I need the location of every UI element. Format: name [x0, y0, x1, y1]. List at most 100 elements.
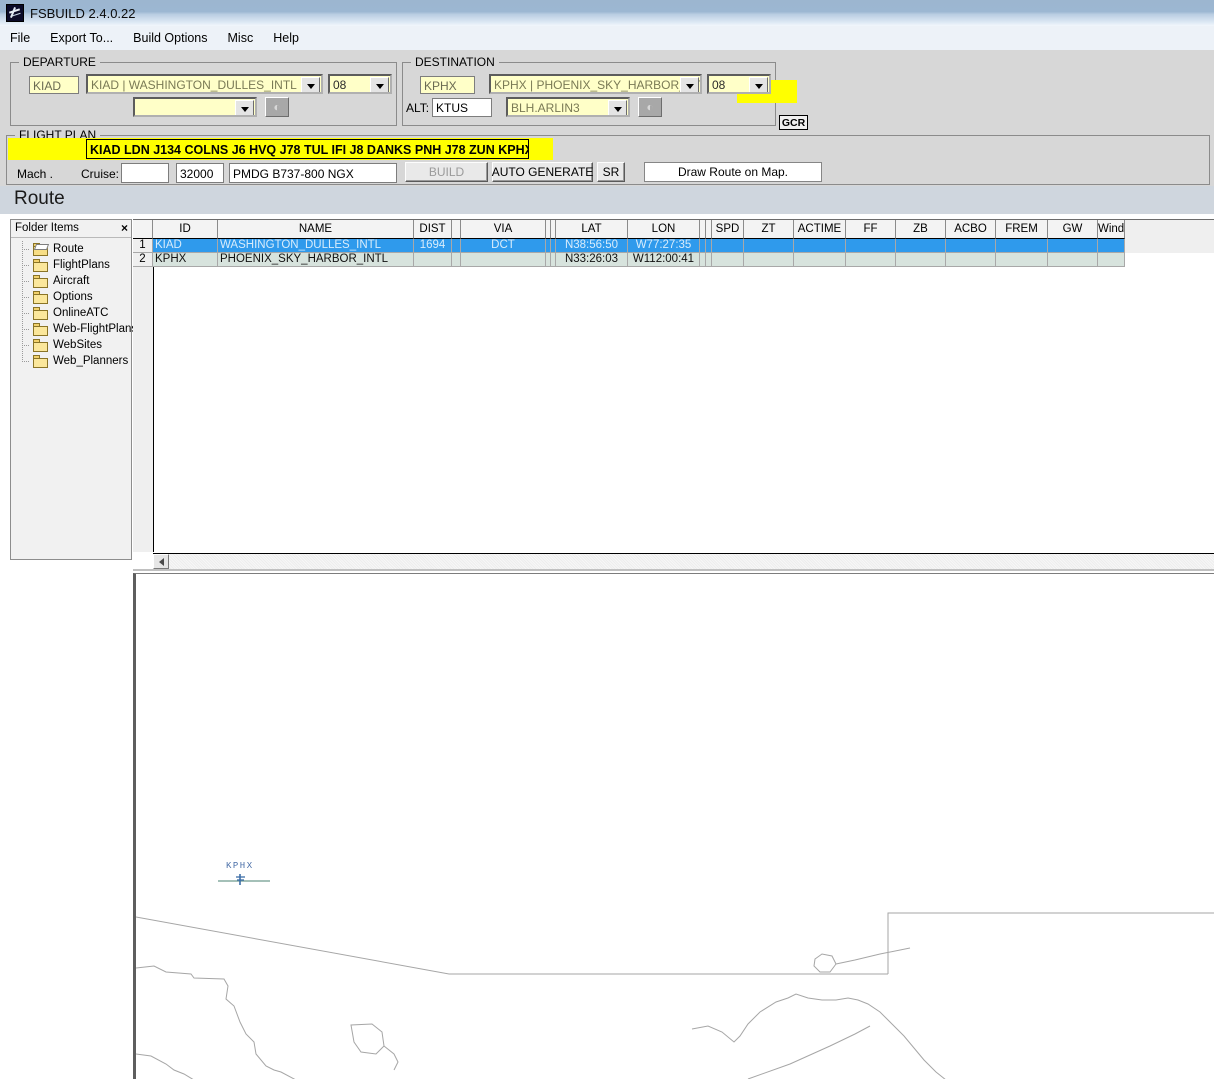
- cruise-altitude-input[interactable]: 32000: [176, 163, 224, 183]
- cell-acbo[interactable]: [946, 239, 996, 253]
- scroll-left-icon[interactable]: [153, 554, 169, 569]
- cell-lat[interactable]: N38:56:50: [556, 239, 628, 253]
- destination-airport-value: KPHX | PHOENIX_SKY_HARBOR_INTL: [494, 78, 702, 92]
- cell-zt[interactable]: [744, 253, 794, 267]
- cell-via[interactable]: [461, 253, 546, 267]
- table-row[interactable]: 2 KPHX PHOENIX_SKY_HARBOR_INTL N33:26:03 W11…: [133, 253, 1125, 267]
- table-header-lon[interactable]: LON: [628, 220, 700, 239]
- destination-icao-field[interactable]: KPHX: [420, 76, 475, 94]
- cell-spd[interactable]: [712, 253, 744, 267]
- cell-wind[interactable]: [1098, 239, 1125, 253]
- cell-lon[interactable]: W77:27:35: [628, 239, 700, 253]
- cell-id[interactable]: KPHX: [153, 253, 218, 267]
- sidebar-item-flightplans[interactable]: FlightPlans: [11, 257, 131, 273]
- menu-item-build-options[interactable]: Build Options: [123, 29, 217, 47]
- destination-alt-field[interactable]: KTUS: [432, 98, 492, 117]
- draw-route-on-map-field[interactable]: Draw Route on Map.: [644, 162, 822, 182]
- departure-runway-combo[interactable]: 08: [328, 74, 392, 94]
- departure-airport-combo[interactable]: KIAD | WASHINGTON_DULLES_INTL: [86, 74, 323, 94]
- horizontal-scrollbar[interactable]: [153, 553, 1214, 570]
- flightplan-route-value: KIAD LDN J134 COLNS J6 HVQ J78 TUL IFI J…: [90, 143, 529, 157]
- menu-item-file[interactable]: File: [0, 29, 40, 47]
- table-header-acbo[interactable]: ACBO: [946, 220, 996, 239]
- aircraft-field[interactable]: PMDG B737-800 NGX: [229, 163, 397, 183]
- cell-via[interactable]: DCT: [461, 239, 546, 253]
- cell-gw[interactable]: [1048, 239, 1098, 253]
- table-header-wind[interactable]: Wind: [1098, 220, 1125, 239]
- sidebar-item-websites[interactable]: WebSites: [11, 337, 131, 353]
- gcr-button[interactable]: GCR: [779, 115, 808, 130]
- chevron-down-icon[interactable]: [680, 77, 699, 92]
- cell-frem[interactable]: [996, 253, 1048, 267]
- cell-zb[interactable]: [896, 239, 946, 253]
- folder-open-icon: [33, 242, 49, 256]
- flightplan-route-input[interactable]: KIAD LDN J134 COLNS J6 HVQ J78 TUL IFI J…: [86, 139, 529, 159]
- sidebar-item-options[interactable]: Options: [11, 289, 131, 305]
- mach-input[interactable]: [121, 163, 169, 183]
- table-row[interactable]: 1 KIAD WASHINGTON_DULLES_INTL 1694 DCT N38:56…: [133, 239, 1125, 253]
- menu-item-export-to[interactable]: Export To...: [40, 29, 123, 47]
- menu-item-help[interactable]: Help: [263, 29, 309, 47]
- cell-acbo[interactable]: [946, 253, 996, 267]
- cell-name[interactable]: WASHINGTON_DULLES_INTL: [218, 239, 414, 253]
- table-header-spd[interactable]: SPD: [712, 220, 744, 239]
- destination-runway-combo[interactable]: 08: [707, 74, 771, 94]
- sidebar-item-web-planners[interactable]: Web_Planners: [11, 353, 131, 369]
- chevron-down-icon[interactable]: [608, 100, 627, 115]
- sidebar-item-route[interactable]: Route: [11, 241, 131, 257]
- cell-num[interactable]: 2: [133, 253, 153, 267]
- sr-button[interactable]: SR: [597, 162, 625, 182]
- table-header-dist[interactable]: DIST: [414, 220, 452, 239]
- cell-id[interactable]: KIAD: [153, 239, 218, 253]
- table-header-name[interactable]: NAME: [218, 220, 414, 239]
- cell-gw[interactable]: [1048, 253, 1098, 267]
- cell-num[interactable]: 1: [133, 239, 153, 253]
- cell-actime[interactable]: [794, 253, 846, 267]
- sidebar-item-aircraft[interactable]: Aircraft: [11, 273, 131, 289]
- chevron-down-icon[interactable]: [235, 100, 254, 115]
- cell-n1[interactable]: [452, 239, 461, 253]
- table-header-gw[interactable]: GW: [1048, 220, 1098, 239]
- table-header-ff[interactable]: FF: [846, 220, 896, 239]
- chevron-down-icon[interactable]: [370, 77, 389, 92]
- cell-ff[interactable]: [846, 239, 896, 253]
- table-header-id[interactable]: ID: [153, 220, 218, 239]
- cell-actime[interactable]: [794, 239, 846, 253]
- scrollbar-track[interactable]: [153, 554, 1214, 570]
- cell-lon[interactable]: W112:00:41: [628, 253, 700, 267]
- departure-procedure-combo[interactable]: [133, 97, 257, 117]
- table-header-zt[interactable]: ZT: [744, 220, 794, 239]
- cell-name[interactable]: PHOENIX_SKY_HARBOR_INTL: [218, 253, 414, 267]
- route-map[interactable]: KPHX: [133, 573, 1214, 1079]
- cell-wind[interactable]: [1098, 253, 1125, 267]
- destination-airport-combo[interactable]: KPHX | PHOENIX_SKY_HARBOR_INTL: [489, 74, 702, 94]
- menu-item-misc[interactable]: Misc: [218, 29, 264, 47]
- auto-generate-button[interactable]: AUTO GENERATE: [492, 162, 593, 182]
- destination-procedure-combo[interactable]: BLH.ARLIN3: [506, 97, 630, 117]
- table-header-actime[interactable]: ACTIME: [794, 220, 846, 239]
- table-header-lat[interactable]: LAT: [556, 220, 628, 239]
- table-header-via[interactable]: VIA: [461, 220, 546, 239]
- chevron-down-icon[interactable]: [749, 77, 768, 92]
- cell-n1[interactable]: [452, 253, 461, 267]
- chevron-down-icon[interactable]: [301, 77, 320, 92]
- build-button[interactable]: BUILD: [405, 162, 488, 182]
- cell-dist[interactable]: [414, 253, 452, 267]
- table-header-spacer-4[interactable]: [452, 220, 461, 239]
- departure-globe-button[interactable]: ◐: [265, 97, 289, 117]
- cell-lat[interactable]: N33:26:03: [556, 253, 628, 267]
- cell-ff[interactable]: [846, 253, 896, 267]
- cell-spd[interactable]: [712, 239, 744, 253]
- cell-zt[interactable]: [744, 239, 794, 253]
- close-icon[interactable]: ×: [121, 221, 128, 235]
- cell-dist[interactable]: 1694: [414, 239, 452, 253]
- sidebar-item-onlineatc[interactable]: OnlineATC: [11, 305, 131, 321]
- cell-zb[interactable]: [896, 253, 946, 267]
- departure-icao-field[interactable]: KIAD: [29, 76, 79, 94]
- table-header-spacer-0[interactable]: [133, 220, 153, 239]
- table-header-frem[interactable]: FREM: [996, 220, 1048, 239]
- sidebar-item-web-flightplans[interactable]: Web-FlightPlans: [11, 321, 137, 337]
- destination-globe-button[interactable]: ◐: [638, 97, 662, 117]
- table-header-zb[interactable]: ZB: [896, 220, 946, 239]
- cell-frem[interactable]: [996, 239, 1048, 253]
